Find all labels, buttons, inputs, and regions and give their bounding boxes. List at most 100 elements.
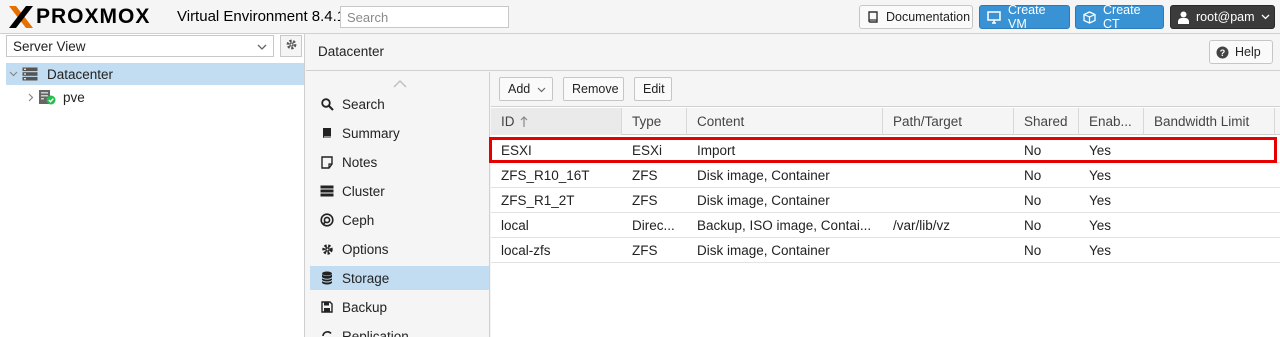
- add-label: Add: [508, 82, 531, 96]
- column-header-label: Path/Target: [893, 114, 963, 129]
- search-icon: [319, 97, 335, 111]
- tree-settings-button[interactable]: [280, 35, 302, 57]
- cell-shared: No: [1024, 217, 1042, 233]
- remove-label: Remove: [572, 82, 619, 96]
- cell-path: /var/lib/vz: [893, 217, 951, 233]
- documentation-button[interactable]: Documentation: [859, 5, 973, 29]
- nav-item-label: Storage: [342, 270, 390, 286]
- cell-path: [883, 138, 1014, 162]
- storage-grid-panel: Add Remove Edit ID Type Content Path/Tar…: [491, 72, 1280, 337]
- nav-item-label: Cluster: [342, 183, 385, 199]
- nav-item-ceph[interactable]: Ceph: [310, 208, 489, 232]
- column-header-label: Type: [632, 114, 662, 129]
- edit-storage-button[interactable]: Edit: [634, 77, 672, 101]
- sort-ascending-icon: [520, 115, 528, 128]
- documentation-label: Documentation: [886, 10, 971, 24]
- nav-item-backup[interactable]: Backup: [310, 295, 489, 319]
- proxmox-logo[interactable]: PROXMOX: [8, 5, 150, 29]
- column-header-label: ID: [501, 114, 515, 129]
- server-rack-icon: [22, 67, 38, 81]
- table-row-zfs-r10-16t[interactable]: ZFS_R10_16T ZFS Disk image, Container No…: [491, 163, 1280, 188]
- tree-item-label: pve: [63, 89, 85, 105]
- cell-content: Backup, ISO image, Contai...: [697, 217, 872, 233]
- scroll-up-chevron-icon[interactable]: [393, 76, 407, 91]
- edit-label: Edit: [643, 82, 665, 96]
- column-header-id[interactable]: ID: [491, 108, 622, 135]
- cell-shared: No: [1024, 142, 1042, 158]
- create-ct-label: Create CT: [1103, 3, 1141, 31]
- global-search-input[interactable]: [340, 6, 509, 28]
- nav-item-options[interactable]: Options: [310, 237, 489, 261]
- collapse-chevron-icon[interactable]: [6, 71, 20, 77]
- book-icon: [319, 127, 335, 140]
- nav-item-label: Options: [342, 241, 389, 257]
- table-row-local-zfs[interactable]: local-zfs ZFS Disk image, Container No Y…: [491, 238, 1280, 263]
- cell-content: Disk image, Container: [697, 192, 830, 208]
- cell-path: [883, 238, 1014, 262]
- tree-item-pve[interactable]: pve: [6, 86, 304, 108]
- cell-id: ZFS_R1_2T: [501, 192, 575, 208]
- cube-icon: [1083, 10, 1096, 24]
- expand-chevron-icon[interactable]: [24, 93, 38, 102]
- cell-content: Import: [697, 142, 736, 158]
- user-icon: [1178, 11, 1189, 24]
- floppy-icon: [319, 301, 335, 313]
- nav-item-label: Notes: [342, 154, 378, 170]
- nav-item-search[interactable]: Search: [310, 92, 489, 116]
- cluster-icon: [319, 185, 335, 197]
- node-online-icon: [38, 89, 56, 105]
- column-header-enabled[interactable]: Enab...: [1079, 108, 1144, 135]
- cell-bandwidth: [1144, 163, 1275, 187]
- help-icon: ?: [1216, 46, 1229, 59]
- create-vm-button[interactable]: Create VM: [979, 3, 1070, 31]
- user-menu-button[interactable]: root@pam: [1170, 5, 1275, 29]
- cell-type: Direc...: [632, 217, 675, 233]
- help-button[interactable]: ? Help: [1209, 40, 1273, 64]
- datacenter-nav-menu: Search Summary Notes Cluster Ceph Option…: [310, 72, 490, 337]
- nav-item-label: Ceph: [342, 212, 375, 228]
- cell-enabled: Yes: [1089, 167, 1112, 183]
- page-title: Datacenter: [318, 44, 385, 59]
- chevron-down-icon: [537, 82, 546, 96]
- cell-id: ZFS_R10_16T: [501, 167, 590, 183]
- cell-bandwidth: [1144, 188, 1275, 212]
- remove-storage-button[interactable]: Remove: [563, 77, 624, 101]
- cell-type: ZFS: [632, 242, 658, 258]
- grid-header: ID Type Content Path/Target Shared Enab.…: [491, 108, 1280, 135]
- cell-content: Disk image, Container: [697, 242, 830, 258]
- add-storage-button[interactable]: Add: [499, 77, 553, 101]
- tree-item-datacenter[interactable]: Datacenter: [6, 63, 304, 85]
- svg-text:?: ?: [1220, 48, 1226, 58]
- cell-type: ZFS: [632, 192, 658, 208]
- nav-item-storage[interactable]: Storage: [310, 266, 489, 290]
- version-text: Virtual Environment 8.4.1: [177, 8, 346, 25]
- table-row-zfs-r1-2t[interactable]: ZFS_R1_2T ZFS Disk image, Container No Y…: [491, 188, 1280, 213]
- column-header-shared[interactable]: Shared: [1014, 108, 1079, 135]
- table-row-esxi[interactable]: ESXI ESXi Import No Yes: [491, 138, 1280, 163]
- column-header-type[interactable]: Type: [622, 108, 687, 135]
- nav-item-notes[interactable]: Notes: [310, 150, 489, 174]
- nav-item-label: Summary: [342, 125, 400, 141]
- notes-icon: [319, 155, 335, 169]
- cell-id: ESXI: [501, 142, 532, 158]
- cell-enabled: Yes: [1089, 142, 1112, 158]
- book-icon: [867, 10, 879, 24]
- server-view-select[interactable]: Server View: [6, 35, 274, 57]
- cell-shared: No: [1024, 242, 1042, 258]
- nav-item-summary[interactable]: Summary: [310, 121, 489, 145]
- nav-item-cluster[interactable]: Cluster: [310, 179, 489, 203]
- create-ct-button[interactable]: Create CT: [1075, 3, 1164, 31]
- nav-item-replication[interactable]: Replication: [310, 324, 489, 337]
- column-header-label: Shared: [1024, 114, 1068, 129]
- content-header: Datacenter ? Help: [306, 34, 1280, 71]
- ceph-icon: [319, 213, 335, 227]
- column-header-path-target[interactable]: Path/Target: [883, 108, 1014, 135]
- table-row-local[interactable]: local Direc... Backup, ISO image, Contai…: [491, 213, 1280, 238]
- column-header-content[interactable]: Content: [687, 108, 883, 135]
- cell-type: ZFS: [632, 167, 658, 183]
- nav-item-label: Search: [342, 96, 385, 112]
- column-header-bandwidth-limit[interactable]: Bandwidth Limit: [1144, 108, 1275, 135]
- database-icon: [319, 271, 335, 285]
- cell-enabled: Yes: [1089, 192, 1112, 208]
- logo-text: PROXMOX: [36, 5, 151, 28]
